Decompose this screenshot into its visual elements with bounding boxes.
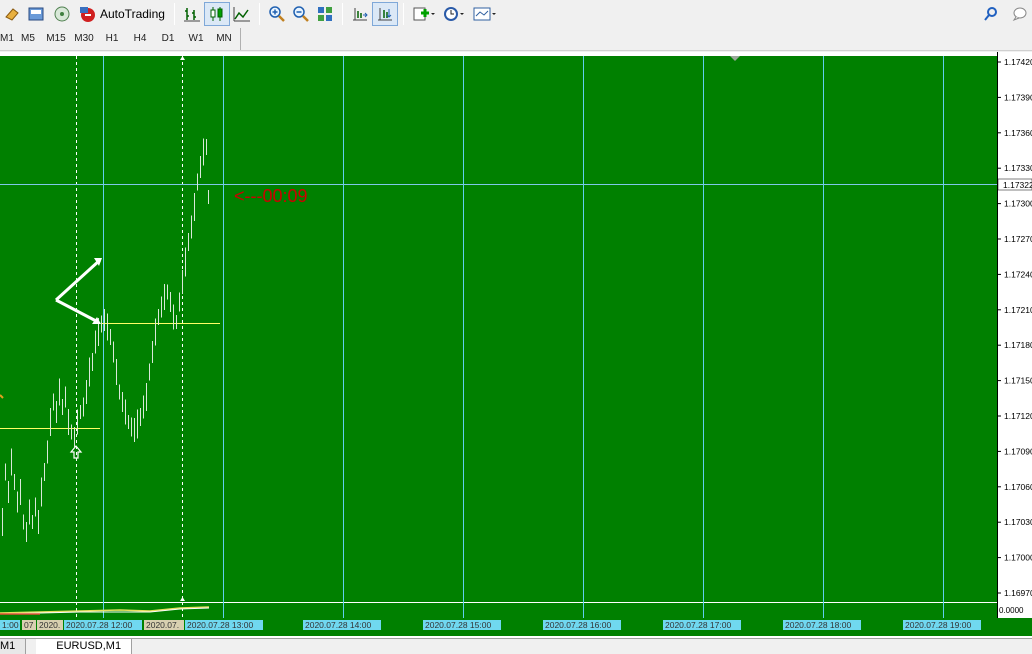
- time-label: 2020.07.28 19:00: [905, 620, 971, 630]
- price-chart-background: [0, 56, 997, 602]
- profiles-icon[interactable]: [24, 2, 50, 26]
- autotrading-button[interactable]: AutoTrading: [74, 2, 169, 26]
- current-price-label: 1.17322: [1003, 180, 1032, 190]
- time-labels: 1:00 07 2020. 2020.07.28 12:00 2020.07. 2020.…: [0, 620, 981, 630]
- timeframe-m5[interactable]: M5: [14, 29, 42, 49]
- timeframe-h4[interactable]: H4: [126, 29, 154, 49]
- time-label: 2020.07.28 17:00: [665, 620, 731, 630]
- time-label: 2020.07.28 18:00: [785, 620, 851, 630]
- price-label: 1.17270: [1004, 234, 1032, 244]
- bar-chart-icon[interactable]: [180, 2, 204, 26]
- price-label: 1.17420: [1004, 57, 1032, 67]
- templates-icon[interactable]: [469, 2, 501, 26]
- tab-m1[interactable]: M1: [0, 639, 27, 654]
- toolbar-separator: [402, 2, 404, 25]
- periods-clock-icon[interactable]: [439, 2, 469, 26]
- indicator-value-label: 0.0000: [999, 606, 1024, 615]
- chart-shift-icon[interactable]: [348, 2, 372, 26]
- tile-windows-icon[interactable]: [313, 2, 337, 26]
- tab-eurusd-m1[interactable]: EURUSD,M1: [36, 639, 133, 654]
- time-label: 1:00: [2, 620, 19, 630]
- price-label: 1.17330: [1004, 163, 1032, 173]
- line-chart-icon[interactable]: [230, 2, 254, 26]
- toolbar-separator: [341, 2, 343, 25]
- timeframe-d1[interactable]: D1: [154, 29, 182, 49]
- candle-countdown: <---00:09: [234, 186, 308, 206]
- price-label: 1.17180: [1004, 340, 1032, 350]
- price-label: 1.17120: [1004, 411, 1032, 421]
- signal-icon[interactable]: [50, 2, 74, 26]
- time-label: 07: [24, 620, 34, 630]
- price-label: 1.17300: [1004, 199, 1032, 209]
- zoom-out-icon[interactable]: [289, 2, 313, 26]
- price-label: 1.17390: [1004, 92, 1032, 102]
- toolbar-separator: [173, 2, 175, 25]
- price-label: 1.17030: [1004, 517, 1032, 527]
- time-label: 2020.07.28 15:00: [425, 620, 491, 630]
- timeframe-mn[interactable]: MN: [210, 29, 238, 49]
- chart-tabs: M1 EURUSD,M1: [0, 638, 1032, 654]
- main-toolbar: AutoTrading: [0, 0, 1032, 27]
- search-icon[interactable]: [980, 2, 1002, 26]
- autotrading-stop-icon: [80, 6, 95, 22]
- price-label: 1.17240: [1004, 269, 1032, 279]
- right-toolbar: [980, 2, 1032, 26]
- timeframe-m15[interactable]: M15: [42, 29, 70, 49]
- timeframe-w1[interactable]: W1: [182, 29, 210, 49]
- price-label: 1.17090: [1004, 446, 1032, 456]
- timeframe-group: M1 M5 M15 M30 H1 H4 D1 W1 MN: [0, 27, 241, 50]
- time-label: 2020.07.28 16:00: [545, 620, 611, 630]
- price-label: 1.17060: [1004, 482, 1032, 492]
- eraser-icon[interactable]: [0, 2, 24, 26]
- price-label: 1.17150: [1004, 376, 1032, 386]
- candlestick-icon[interactable]: [203, 1, 230, 26]
- timeframe-m1[interactable]: M1: [0, 29, 14, 49]
- price-label: 1.17000: [1004, 553, 1032, 563]
- timeframe-h1[interactable]: H1: [98, 29, 126, 49]
- price-label: 1.17210: [1004, 305, 1032, 315]
- time-label: 2020.07.28 14:00: [305, 620, 371, 630]
- time-label: 2020.07.: [146, 620, 179, 630]
- timeframe-m30[interactable]: M30: [70, 29, 98, 49]
- zoom-in-icon[interactable]: [265, 2, 289, 26]
- chat-icon[interactable]: [1008, 2, 1030, 26]
- indicators-icon[interactable]: [409, 2, 439, 26]
- toolbar-separator: [258, 2, 260, 25]
- timeframe-toolbar: M1 M5 M15 M30 H1 H4 D1 W1 MN: [0, 27, 1032, 51]
- price-label: 1.16970: [1004, 588, 1032, 598]
- price-label: 1.17360: [1004, 128, 1032, 138]
- time-label: 2020.07.28 12:00: [66, 620, 132, 630]
- autoscroll-icon[interactable]: [371, 1, 398, 26]
- time-label: 2020.: [39, 620, 60, 630]
- chart-canvas[interactable]: <---00:09 1.17420 1.17390 1.17360 1.17330 1.…: [0, 52, 1032, 638]
- time-label: 2020.07.28 13:00: [187, 620, 253, 630]
- autotrading-label: AutoTrading: [100, 6, 165, 21]
